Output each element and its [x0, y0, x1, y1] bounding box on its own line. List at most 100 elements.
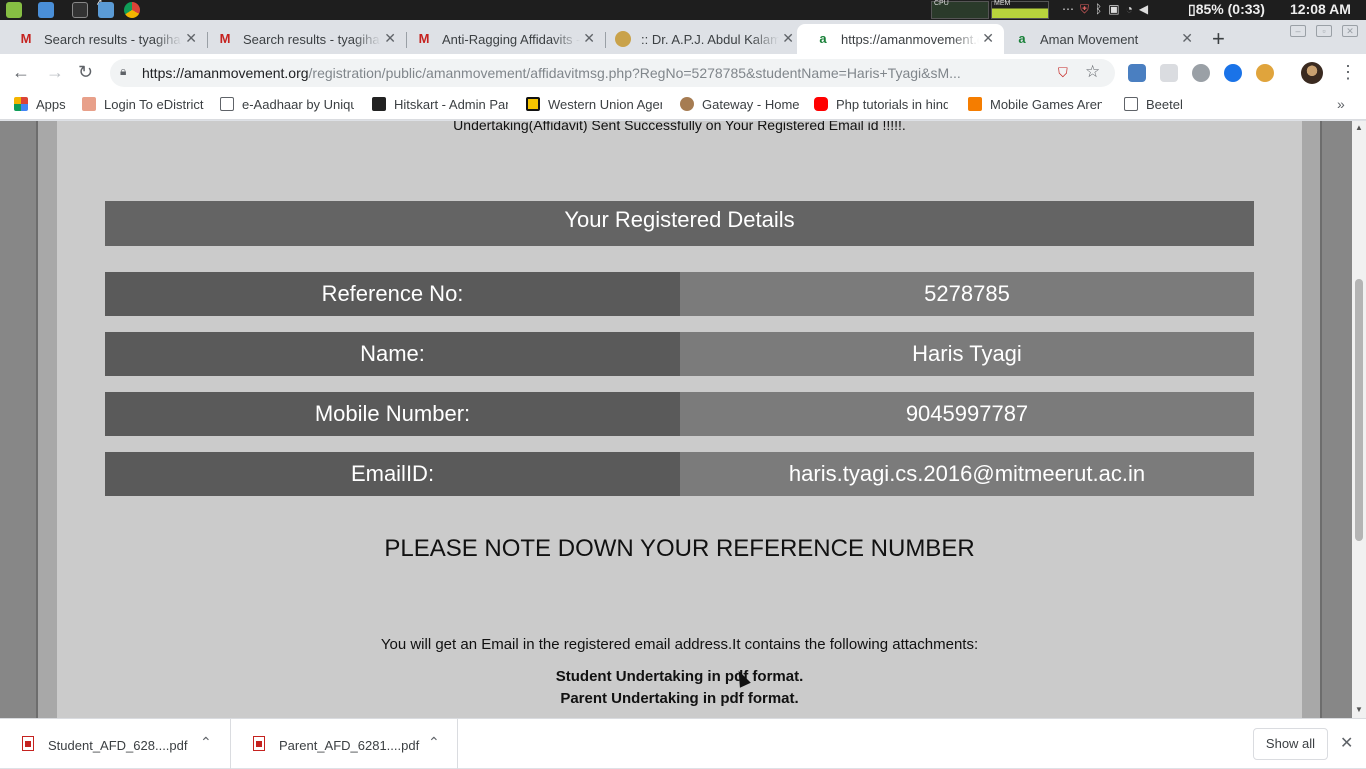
hitskart-icon	[372, 97, 386, 111]
system-tray: ⋯ ⛨ ᛒ ▣ ◔ ◀	[1062, 2, 1148, 17]
close-icon[interactable]: ✕	[583, 30, 595, 47]
download-filename: Student_AFD_628....pdf	[48, 738, 188, 753]
detail-value: 5278785	[680, 272, 1254, 316]
close-window-icon[interactable]: ✕	[1342, 25, 1358, 37]
chevron-up-icon[interactable]: ⌃	[428, 734, 440, 751]
page-icon	[220, 97, 234, 111]
tab-search-results-2[interactable]: M Search results - tyagiharis ✕	[199, 24, 406, 54]
lock-icon[interactable]: 🔒︎	[120, 64, 126, 79]
url-text[interactable]: https://amanmovement.org/registration/pu…	[142, 65, 1022, 81]
new-tab-button[interactable]: +	[1212, 26, 1225, 52]
details-title: Your Registered Details	[105, 201, 1254, 246]
download-item-student[interactable]: Student_AFD_628....pdf ⌃	[0, 719, 231, 769]
chevron-up-icon[interactable]: ⌃	[200, 734, 212, 751]
attachment-item: Student Undertaking in pdf format.	[555, 668, 804, 685]
tab-search-results-1[interactable]: M Search results - tyagiharis ✕	[0, 24, 207, 54]
minimize-window-icon[interactable]: –	[1290, 25, 1306, 37]
profile-avatar[interactable]	[1301, 62, 1323, 84]
scroll-up-icon[interactable]: ▲	[1355, 123, 1363, 132]
bookmark-php-tutorials[interactable]: Php tutorials in hindi	[814, 97, 948, 112]
tab-apj-university[interactable]: :: Dr. A.P.J. Abdul Kalam T ✕	[597, 24, 804, 54]
close-icon[interactable]: ✕	[384, 30, 396, 47]
back-icon[interactable]: ←	[12, 62, 30, 83]
address-bar[interactable]: 🔒︎ https://amanmovement.org/registration…	[110, 59, 1115, 87]
tab-aman-movement[interactable]: a Aman Movement ✕	[996, 24, 1203, 54]
extension-translate-icon[interactable]	[1128, 64, 1146, 82]
close-icon[interactable]: ✕	[185, 30, 197, 47]
bookmarks-bar: Apps Login To eDistrict e-Aadhaar by Uni…	[0, 92, 1366, 120]
detail-value: Haris Tyagi	[680, 332, 1254, 376]
bluetooth-icon[interactable]: ᛒ	[1095, 2, 1102, 17]
reload-icon[interactable]: ↻	[78, 62, 93, 83]
volume-icon[interactable]: ◀	[1139, 2, 1148, 17]
close-icon[interactable]: ✕	[1340, 733, 1353, 753]
gateway-icon	[680, 97, 694, 111]
detail-value: haris.tyagi.cs.2016@mitmeerut.ac.in	[680, 452, 1254, 496]
memory-monitor: MEM	[991, 0, 1049, 19]
tab-anti-ragging[interactable]: M Anti-Ragging Affidavits - ✕	[398, 24, 605, 54]
forward-icon[interactable]: →	[46, 62, 64, 83]
detail-row-email: EmailID: haris.tyagi.cs.2016@mitmeerut.a…	[105, 452, 1254, 496]
apps-grid-icon	[14, 97, 28, 111]
bookmark-mobile-games[interactable]: Mobile Games Arena	[968, 97, 1102, 112]
scroll-down-icon[interactable]: ▼	[1355, 705, 1363, 714]
terminal-icon[interactable]	[72, 2, 88, 18]
downloads-shelf: Student_AFD_628....pdf ⌃ Parent_AFD_6281…	[0, 718, 1366, 769]
tab-amanmovement-active[interactable]: a https://amanmovement.org ✕	[797, 24, 1004, 54]
bookmark-star-icon[interactable]: ☆	[1085, 62, 1100, 82]
extension-mail-icon[interactable]	[1160, 64, 1178, 82]
file-manager-icon[interactable]	[38, 2, 54, 18]
detail-label: EmailID:	[105, 452, 680, 496]
more-icon[interactable]: ⋯	[1062, 2, 1074, 17]
shield-icon[interactable]: ⛨	[1080, 2, 1089, 17]
gmail-icon: M	[20, 31, 32, 46]
download-filename: Parent_AFD_6281....pdf	[279, 738, 420, 753]
bookmark-western-union[interactable]: Western Union Agen	[526, 97, 662, 112]
attachment-item: Parent Undertaking in pdf format.	[560, 690, 799, 707]
browser-toolbar: ← → ↻ 🔒︎ https://amanmovement.org/regist…	[0, 54, 1366, 92]
extension-cookie-icon[interactable]	[1256, 64, 1274, 82]
bookmark-beetel[interactable]: Beetel	[1124, 97, 1183, 112]
mint-menu-icon[interactable]	[6, 2, 22, 18]
folder-icon[interactable]	[98, 2, 114, 18]
bookmark-eaadhaar[interactable]: e-Aadhaar by Unique	[220, 97, 354, 112]
extension-gear-icon[interactable]	[1224, 64, 1242, 82]
bookmark-gateway[interactable]: Gateway - Home	[680, 97, 800, 112]
page-frame-right	[1302, 121, 1322, 718]
detail-label: Name:	[105, 332, 680, 376]
reference-note: PLEASE NOTE DOWN YOUR REFERENCE NUMBER	[384, 535, 975, 562]
bookmark-apps[interactable]: Apps	[14, 97, 66, 112]
close-icon[interactable]: ✕	[982, 30, 994, 47]
close-icon[interactable]: ✕	[782, 30, 794, 47]
scrollbar-thumb[interactable]	[1355, 279, 1363, 541]
download-item-parent[interactable]: Parent_AFD_6281....pdf ⌃	[231, 719, 458, 769]
western-union-icon	[526, 97, 540, 111]
close-icon[interactable]: ✕	[1181, 30, 1193, 47]
blocked-shield-icon[interactable]: ⛉	[1058, 65, 1068, 81]
page-frame-left	[36, 121, 57, 718]
youtube-icon	[814, 97, 828, 111]
detail-label: Mobile Number:	[105, 392, 680, 436]
cpu-monitor: CPU	[931, 0, 989, 19]
clipboard-icon[interactable]: ▣	[1108, 2, 1119, 17]
wifi-icon[interactable]: ◔	[1126, 2, 1133, 17]
maximize-window-icon[interactable]: ▫	[1316, 25, 1332, 37]
gmail-icon: M	[219, 31, 231, 46]
detail-row-reference: Reference No: 5278785	[105, 272, 1254, 316]
chevron-right-icon[interactable]: »	[1337, 96, 1345, 112]
bookmark-hitskart[interactable]: Hitskart - Admin Pan	[372, 97, 508, 112]
detail-row-name: Name: Haris Tyagi	[105, 332, 1254, 376]
battery-status[interactable]: ▯85% (0:33)	[1188, 1, 1265, 18]
chrome-menu-icon[interactable]: ⋮	[1339, 62, 1357, 83]
battery-icon: ▯	[1188, 1, 1196, 17]
show-all-button[interactable]: Show all	[1253, 728, 1328, 760]
clock[interactable]: 12:08 AM	[1290, 1, 1351, 17]
aman-icon: a	[1018, 31, 1026, 46]
blogger-icon	[968, 97, 982, 111]
bookmark-edistrict[interactable]: Login To eDistrict	[82, 97, 210, 112]
detail-row-mobile: Mobile Number: 9045997787	[105, 392, 1254, 436]
vertical-scrollbar[interactable]: ▲ ▼	[1352, 121, 1366, 718]
success-message: Undertaking(Affidavit) Sent Successfully…	[453, 121, 906, 133]
chrome-icon[interactable]	[124, 2, 140, 18]
extension-globe-icon[interactable]	[1192, 64, 1210, 82]
